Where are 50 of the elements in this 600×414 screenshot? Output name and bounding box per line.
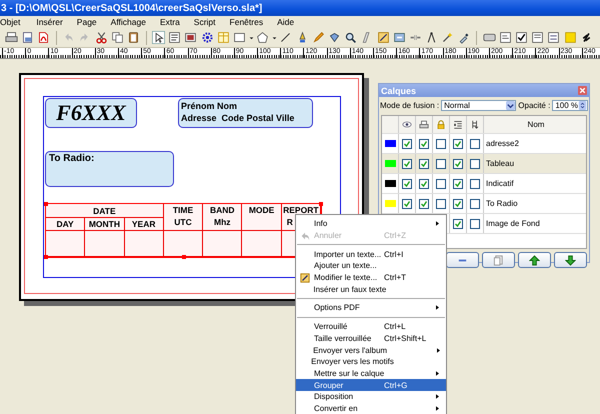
window-title: 3 - [D:\OM\QSL\CreerSaQSL1004\creerSaQslVerso.sla*]: [0, 2, 262, 14]
layer-name: Image de Fond: [485, 218, 541, 230]
table-header: DAY: [46, 218, 86, 231]
table-header: TIME UTC: [164, 204, 204, 231]
menu-item[interactable]: Page: [76, 17, 104, 27]
menu-item[interactable]: Envoyer vers l'album: [296, 344, 446, 356]
panel-title: Calques: [381, 86, 416, 96]
layer-name: Indicatif: [485, 178, 515, 190]
table-header: DATE: [46, 204, 164, 218]
menu-item[interactable]: Disposition: [296, 390, 446, 403]
to-radio-text: To Radio:: [49, 153, 96, 164]
table-header: MODE: [242, 204, 282, 231]
layer-name: adresse2: [485, 138, 520, 150]
opacity-spinbox[interactable]: 100 %: [552, 100, 588, 110]
layer-name: Tableau: [485, 158, 516, 170]
address-text: Prénom Nom: [181, 100, 238, 112]
text-frame[interactable]: F6XXX: [45, 98, 137, 128]
menu-item[interactable]: Fenêtres: [230, 17, 270, 27]
menu-item[interactable]: Affichage: [110, 17, 153, 27]
menu-item[interactable]: Taille verrouillée Ctrl+Shift+L: [296, 332, 446, 344]
callsign-text: F6XXX: [56, 100, 126, 126]
menu-item[interactable]: Mettre sur le calque: [296, 368, 446, 380]
text-frame[interactable]: To Radio:: [45, 151, 174, 187]
menu-item[interactable]: Importer un texte... Ctrl+I: [296, 248, 446, 260]
menu-item[interactable]: Insérer: [36, 17, 70, 27]
layer-row[interactable]: Tableau: [382, 154, 586, 174]
menu-item[interactable]: Ajouter un texte...: [296, 260, 446, 272]
layer-name: To Radio: [485, 198, 519, 210]
layer-row[interactable]: Indicatif: [382, 174, 586, 194]
blend-mode-dropdown[interactable]: Normal: [441, 100, 516, 110]
menu-item[interactable]: Objet: [0, 17, 28, 27]
text-frame[interactable]: Prénom Nom Adresse Code Postal Ville: [178, 98, 313, 128]
table-header: YEAR: [124, 218, 164, 231]
blend-mode-label: Mode de fusion :: [380, 100, 440, 110]
menu-item[interactable]: Aide: [277, 17, 302, 27]
menu-item[interactable]: Options PDF: [296, 302, 446, 314]
menu-item[interactable]: Modifier le texte... Ctrl+T: [296, 272, 446, 284]
layer-row[interactable]: To Radio: [382, 194, 586, 214]
opacity-label: Opacité :: [518, 100, 550, 110]
menu-item[interactable]: Envoyer vers les motifs: [296, 356, 446, 368]
table-header: BAND Mhz: [203, 204, 242, 231]
menu-item[interactable]: Verrouillé Ctrl+L: [296, 320, 446, 332]
table-header: MONTH: [85, 218, 125, 231]
menu-item[interactable]: Extra: [160, 17, 187, 27]
menu-item[interactable]: Insérer un faux texte: [296, 283, 446, 296]
menu-item[interactable]: Convertir en: [296, 402, 446, 414]
menu-item[interactable]: Grouper Ctrl+G: [296, 379, 446, 391]
address-text: Adresse Code Postal Ville: [181, 112, 296, 124]
column-header: Nom: [526, 119, 546, 131]
menu-item[interactable]: Script: [194, 17, 223, 27]
